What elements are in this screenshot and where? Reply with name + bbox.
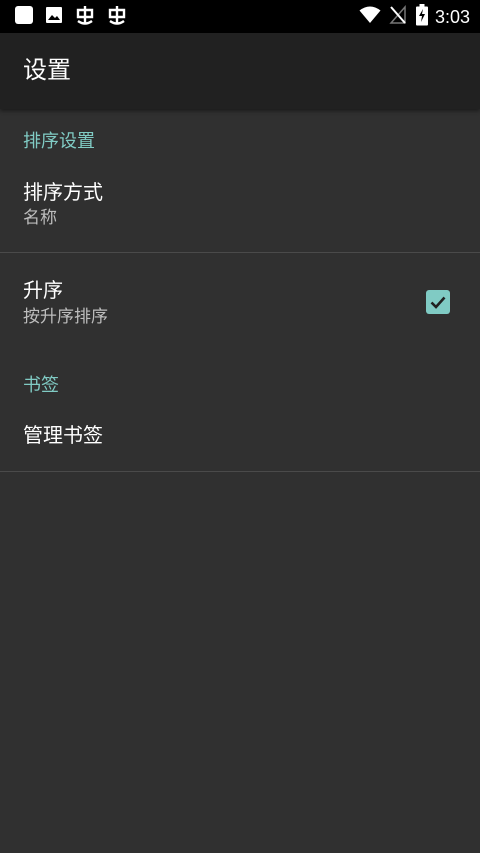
pref-ascending-summary: 按升序排序 (23, 307, 108, 327)
pref-sort-method-summary: 名称 (23, 208, 57, 228)
app-icon (106, 4, 128, 30)
battery-charging-icon (415, 4, 429, 30)
app-icon (74, 4, 96, 30)
pref-ascending-title: 升序 (23, 278, 63, 302)
status-bar-system: 3:03 (351, 4, 470, 30)
status-time: 3:03 (434, 6, 470, 27)
pref-sort-method[interactable]: 排序方式 名称 (0, 160, 480, 252)
status-bar: 3:03 (0, 0, 480, 33)
page-title: 设置 (23, 56, 71, 84)
check-icon (430, 296, 446, 309)
section-header-sort: 排序设置 (23, 131, 95, 152)
ascending-checkbox[interactable] (426, 290, 450, 314)
pref-sort-method-title: 排序方式 (23, 180, 103, 204)
notification-square-icon (14, 5, 34, 29)
pref-manage-bookmarks-title: 管理书签 (23, 423, 103, 447)
divider (0, 471, 480, 472)
pref-ascending[interactable]: 升序 按升序排序 (0, 253, 480, 353)
app-toolbar: 设置 (0, 33, 480, 109)
no-signal-icon (389, 5, 407, 29)
wifi-icon (359, 6, 381, 28)
status-bar-notifications (14, 6, 138, 28)
section-header-bookmarks: 书签 (23, 375, 59, 396)
image-icon (44, 5, 64, 29)
pref-manage-bookmarks[interactable]: 管理书签 (0, 404, 480, 471)
